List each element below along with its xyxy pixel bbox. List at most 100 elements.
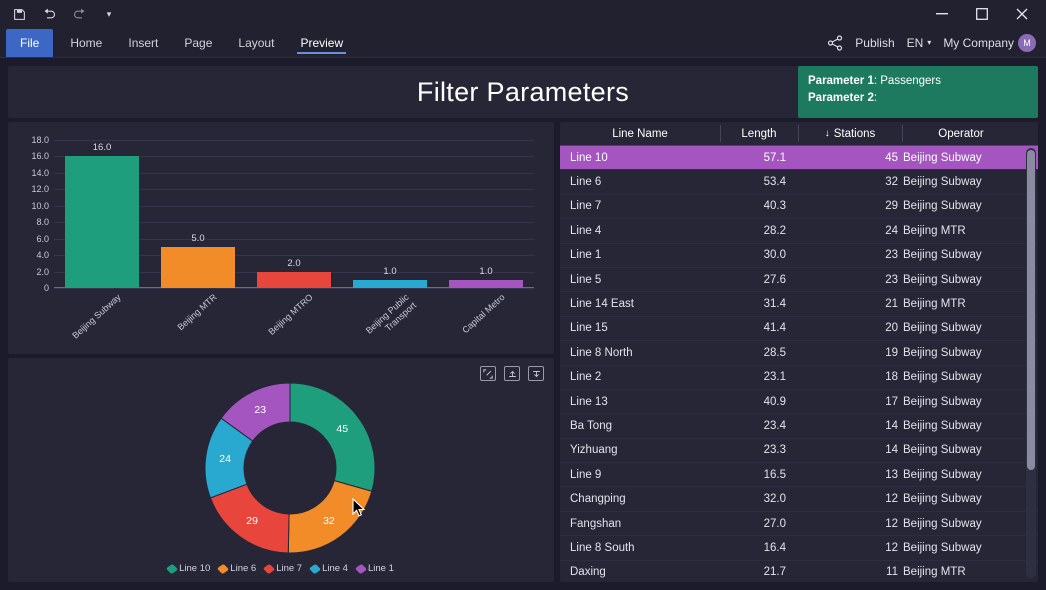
company-label: My Company (943, 35, 1014, 50)
table-cell-name: Fangshan (570, 517, 622, 530)
table-scrollbar[interactable] (1026, 148, 1036, 578)
maximize-button[interactable] (962, 1, 1002, 28)
tab-insert[interactable]: Insert (115, 28, 171, 57)
table-cell-stations: 21 (885, 298, 898, 311)
donut-chart-toolbar (480, 366, 544, 381)
table-row[interactable]: Daxing 21.7 11 Beijing MTR (560, 561, 1038, 582)
table-row[interactable]: Line 15 41.4 20 Beijing Subway (560, 317, 1038, 342)
table-cell-operator: Beijing Subway (903, 444, 982, 457)
table-row[interactable]: Line 13 40.9 17 Beijing Subway (560, 390, 1038, 415)
table-cell-stations: 12 (885, 541, 898, 554)
bar-chart-bar[interactable]: 16.0 (65, 142, 139, 288)
table-row[interactable]: Line 4 28.2 24 Beijing MTR (560, 219, 1038, 244)
language-selector[interactable]: EN ▾ (907, 36, 932, 50)
chevron-down-icon: ▾ (927, 38, 932, 47)
donut-legend-item[interactable]: Line 6 (217, 563, 256, 574)
table-cell-operator: Beijing Subway (903, 249, 982, 262)
bar-chart-bar[interactable]: 1.0 (449, 266, 523, 288)
column-header-operator[interactable]: Operator (902, 122, 1020, 145)
customize-quick-access-icon[interactable]: ▾ (94, 1, 124, 27)
share-icon[interactable] (827, 34, 843, 51)
column-header-length-label: Length (741, 127, 777, 140)
table-row[interactable]: Fangshan 27.0 12 Beijing Subway (560, 512, 1038, 537)
bar-chart-card[interactable]: 0 2.0 4.0 6.0 8.0 10.0 12.0 14.0 16.0 18.0 16.0 5.0… (8, 122, 554, 354)
column-header-length[interactable]: Length (720, 122, 798, 145)
table-cell-name: Line 8 North (570, 346, 633, 359)
account-menu[interactable]: My Company M (943, 33, 1036, 52)
table-row[interactable]: Line 9 16.5 13 Beijing Subway (560, 463, 1038, 488)
table-cell-length: 28.5 (763, 346, 786, 359)
tab-file[interactable]: File (6, 29, 54, 57)
table-cell-stations: 17 (885, 395, 898, 408)
donut-legend-label: Line 7 (276, 563, 303, 574)
tab-page[interactable]: Page (171, 28, 225, 57)
table-cell-stations: 14 (885, 444, 898, 457)
drill-down-icon[interactable] (528, 366, 544, 381)
table-cell-operator: Beijing Subway (903, 371, 982, 384)
table-row[interactable]: Line 1 30.0 23 Beijing Subway (560, 244, 1038, 268)
parameter-1-key: Parameter 1 (808, 75, 874, 87)
bar-chart-y-tick: 4.0 (36, 250, 49, 261)
undo-icon[interactable] (34, 1, 64, 27)
tab-home[interactable]: Home (57, 28, 115, 57)
minimize-button[interactable] (922, 1, 962, 28)
table-row[interactable]: Line 14 East 31.4 21 Beijing MTR (560, 292, 1038, 317)
close-button[interactable] (1002, 1, 1042, 28)
table-row[interactable]: Line 8 South 16.4 12 Beijing Subway (560, 536, 1038, 561)
donut-legend-item[interactable]: Line 10 (165, 563, 210, 574)
table-cell-name: Changping (570, 493, 626, 506)
donut-legend-item[interactable]: Line 1 (354, 563, 394, 574)
table-cell-name: Line 14 East (570, 298, 634, 311)
column-header-stations-label: Stations (833, 127, 876, 140)
table-cell-operator: Beijing MTR (903, 566, 966, 579)
donut-chart-card[interactable]: 45 32 29 24 23 Line 10 Line 6 Line 7 Line 4 Line… (8, 358, 554, 582)
column-header-stations[interactable]: ↓ Stations (798, 122, 902, 145)
table-row[interactable]: Line 7 40.3 29 Beijing Subway (560, 195, 1038, 220)
table-cell-operator: Beijing Subway (903, 151, 982, 164)
donut-slice-value: 32 (323, 514, 335, 527)
table-row[interactable]: Line 8 North 28.5 19 Beijing Subway (560, 341, 1038, 366)
donut-legend-item[interactable]: Line 7 (263, 563, 303, 574)
table-cell-stations: 14 (885, 419, 898, 432)
tab-page-label: Page (184, 35, 213, 50)
donut-legend-swatch (165, 563, 179, 574)
bar-chart-y-tick: 16.0 (31, 151, 49, 162)
table-cell-length: 32.0 (763, 493, 786, 506)
save-icon[interactable] (4, 1, 34, 27)
table-row[interactable]: Changping 32.0 12 Beijing Subway (560, 487, 1038, 512)
column-header-line-name-label: Line Name (612, 127, 668, 140)
table-cell-length: 30.0 (763, 249, 786, 262)
tab-layout[interactable]: Layout (225, 28, 287, 57)
table-cell-length: 16.5 (763, 468, 786, 481)
publish-button[interactable]: Publish (855, 36, 894, 50)
table-row[interactable]: Line 6 53.4 32 Beijing Subway (560, 170, 1038, 195)
bar-chart-bar[interactable]: 1.0 (353, 266, 427, 288)
table-cell-length: 23.4 (763, 419, 786, 432)
bar-chart-bar[interactable]: 5.0 (161, 233, 235, 288)
donut-legend-item[interactable]: Line 4 (308, 563, 348, 574)
table-row[interactable]: Line 10 57.1 45 Beijing Subway (560, 146, 1038, 171)
tab-preview[interactable]: Preview (287, 28, 356, 57)
bar-chart-bar[interactable]: 2.0 (257, 258, 331, 288)
drill-up-icon[interactable] (504, 366, 520, 381)
sort-descending-icon: ↓ (824, 128, 830, 139)
table-cell-length: 41.4 (763, 322, 786, 335)
column-header-line-name[interactable]: Line Name (560, 122, 720, 145)
bar-chart-value-label: 1.0 (383, 265, 397, 277)
bar-chart-value-label: 5.0 (191, 232, 205, 244)
table-cell-stations: 11 (886, 566, 898, 579)
table-cell-operator: Beijing Subway (903, 273, 982, 286)
ribbon-bar: File Home Insert Page Layout Preview Pub… (0, 28, 1046, 58)
focus-mode-icon[interactable] (480, 366, 496, 381)
parameter-card[interactable]: Parameter 1: Passengers Parameter 2: (798, 66, 1038, 118)
redo-icon[interactable] (64, 1, 94, 27)
table-cell-stations: 32 (885, 176, 898, 189)
table-row[interactable]: Ba Tong 23.4 14 Beijing Subway (560, 414, 1038, 439)
table-cell-length: 27.6 (763, 273, 786, 286)
table-row[interactable]: Yizhuang 23.3 14 Beijing Subway (560, 439, 1038, 464)
window-titlebar: ▾ (0, 0, 1046, 28)
table-row[interactable]: Line 2 23.1 18 Beijing Subway (560, 366, 1038, 390)
table-row[interactable]: Line 5 27.6 23 Beijing Subway (560, 268, 1038, 293)
data-table-card[interactable]: Line Name Length ↓ Stations Operator Lin… (560, 122, 1038, 582)
table-scrollbar-thumb[interactable] (1027, 150, 1035, 470)
